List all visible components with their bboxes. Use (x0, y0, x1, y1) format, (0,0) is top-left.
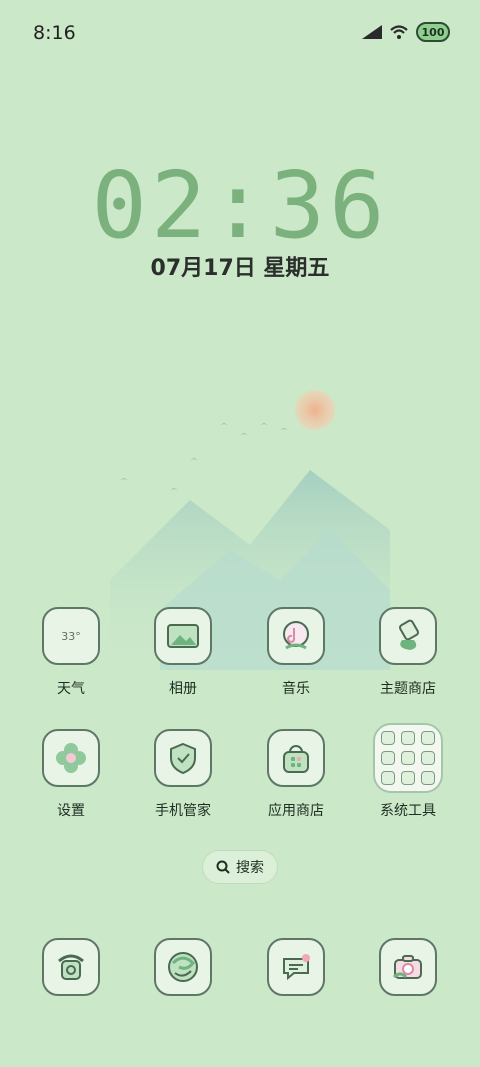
app-phone-manager[interactable]: 手机管家 (133, 729, 233, 820)
weather-temperature: 33° (61, 629, 81, 643)
search-icon (216, 860, 230, 874)
system-tools-folder-icon (373, 723, 443, 793)
lockscreen-date: 07月17日 星期五 (150, 256, 330, 281)
wifi-icon (390, 25, 408, 39)
messages-icon (267, 938, 325, 996)
theme-store-icon (379, 607, 437, 665)
app-label: 相册 (169, 681, 197, 697)
app-system-tools-folder[interactable]: 系统工具 (358, 723, 458, 820)
status-icons: 100 (362, 22, 450, 42)
weather-icon: 33° (42, 607, 100, 665)
sun-shape (295, 390, 335, 430)
gallery-icon (154, 607, 212, 665)
battery-indicator: 100 (416, 22, 450, 42)
dock-browser[interactable] (133, 938, 233, 996)
signal-icon (362, 25, 382, 39)
app-label: 手机管家 (155, 803, 211, 819)
app-label: 天气 (57, 681, 85, 697)
dock-camera[interactable] (358, 938, 458, 996)
app-label: 应用商店 (268, 803, 324, 819)
folder-app-icons (381, 731, 435, 785)
lockscreen-clock: 02:36 (91, 152, 389, 259)
settings-icon (42, 729, 100, 787)
phone-manager-icon (154, 729, 212, 787)
app-store-icon (267, 729, 325, 787)
browser-icon (154, 938, 212, 996)
app-app-store[interactable]: 应用商店 (246, 729, 346, 820)
app-gallery[interactable]: 相册 (133, 607, 233, 698)
app-label: 系统工具 (380, 803, 436, 819)
music-icon (267, 607, 325, 665)
app-theme-store[interactable]: 主题商店 (358, 607, 458, 698)
dock-messages[interactable] (246, 938, 346, 996)
app-label: 音乐 (282, 681, 310, 697)
camera-icon (379, 938, 437, 996)
search-label: 搜索 (236, 860, 264, 876)
search-button[interactable]: 搜索 (202, 850, 278, 884)
app-label: 设置 (57, 803, 85, 819)
status-time: 8:16 (33, 22, 76, 44)
app-settings[interactable]: 设置 (21, 729, 121, 820)
app-music[interactable]: 音乐 (246, 607, 346, 698)
app-weather[interactable]: 33° 天气 (21, 607, 121, 698)
dock-phone[interactable] (21, 938, 121, 996)
phone-icon (42, 938, 100, 996)
app-label: 主题商店 (380, 681, 436, 697)
